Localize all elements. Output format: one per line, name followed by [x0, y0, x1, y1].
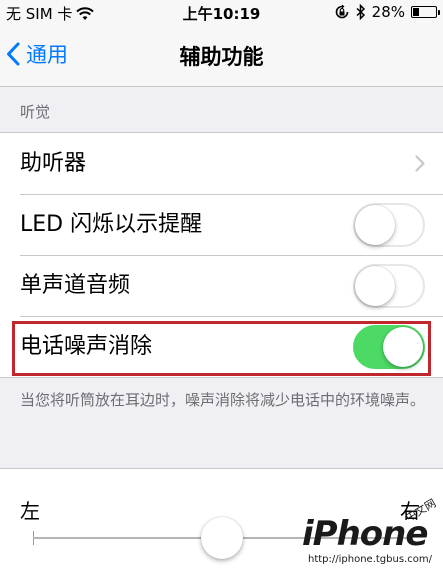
status-right: 28% — [334, 3, 440, 21]
bluetooth-icon — [356, 4, 365, 20]
chevron-right-icon — [415, 155, 425, 172]
toggle-knob — [383, 327, 423, 367]
toggle-knob — [355, 266, 395, 306]
balance-right-label: 右 — [400, 499, 420, 523]
section-footnote: 当您将听筒放在耳边时，噪声消除将减少电话中的环境噪声。 — [20, 391, 426, 409]
navigation-bar: 通用 辅助功能 — [0, 26, 443, 87]
balance-left-label: 左 — [20, 499, 40, 523]
balance-slider-thumb[interactable] — [201, 517, 243, 559]
section-header-hearing: 听觉 — [20, 103, 51, 121]
hearing-settings-group: 助听器 LED 闪烁以示提醒 单声道音频 电话噪声消除 — [0, 132, 443, 378]
row-phone-noise-cancellation: 电话噪声消除 — [0, 316, 443, 377]
row-label: 电话噪声消除 — [20, 334, 153, 359]
row-led-flash-alerts: LED 闪烁以示提醒 — [0, 194, 443, 255]
toggle-knob — [355, 205, 395, 245]
noise-cancellation-toggle[interactable] — [353, 325, 425, 369]
battery-icon — [411, 6, 440, 18]
rotation-lock-icon — [335, 4, 348, 19]
page-title: 辅助功能 — [179, 45, 264, 69]
status-bar: 无 SIM 卡 上午10:19 28% — [0, 0, 443, 26]
row-label: 单声道音频 — [20, 273, 131, 298]
led-flash-toggle[interactable] — [353, 203, 425, 247]
row-hearing-aids[interactable]: 助听器 — [0, 133, 443, 194]
mono-audio-toggle[interactable] — [353, 264, 425, 308]
row-label: LED 闪烁以示提醒 — [20, 212, 203, 237]
balance-slider-group: 左 右 — [0, 468, 443, 579]
row-mono-audio: 单声道音频 — [0, 255, 443, 316]
row-label: 助听器 — [20, 151, 87, 176]
battery-percent: 28% — [371, 3, 405, 21]
